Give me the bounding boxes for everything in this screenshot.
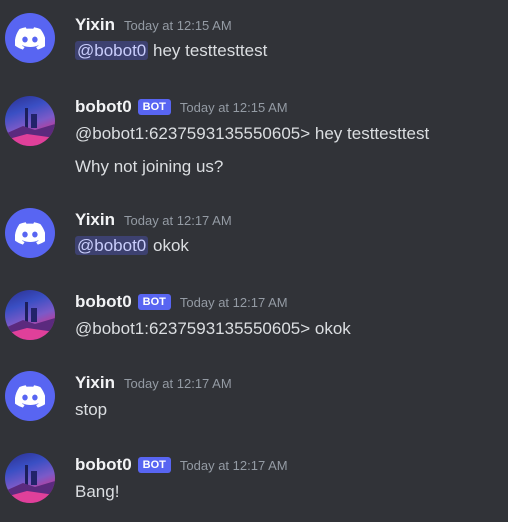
message-content: @bobot0 hey testtesttest [75,41,267,61]
user-avatar[interactable] [5,208,55,258]
user-mention[interactable]: @bobot0 [75,41,149,60]
timestamp[interactable]: Today at 12:17 AM [180,458,288,473]
message-text: @bobot1:6237593135550605> hey testtestte… [75,124,430,143]
bot-avatar-image [5,108,55,146]
bot-avatar[interactable] [5,290,55,340]
author-name[interactable]: Yixin [75,210,115,230]
timestamp[interactable]: Today at 12:15 AM [180,100,288,115]
discord-logo-icon [15,221,45,245]
user-avatar[interactable] [5,371,55,421]
timestamp[interactable]: Today at 12:17 AM [180,295,288,310]
discord-logo-icon [15,384,45,408]
author-name[interactable]: bobot0 [75,292,132,312]
message-text: okok [148,236,189,255]
message-text: Why not joining us? [75,157,224,176]
bot-badge: BOT [137,99,171,115]
bot-avatar-image [5,465,55,503]
bot-badge: BOT [137,457,171,473]
bot-badge: BOT [137,294,171,310]
author-name[interactable]: Yixin [75,15,115,35]
message-text: @bobot1:6237593135550605> okok [75,319,351,338]
user-avatar[interactable] [5,13,55,63]
discord-logo-icon [15,26,45,50]
timestamp[interactable]: Today at 12:17 AM [124,376,232,391]
author-name[interactable]: bobot0 [75,455,132,475]
bot-avatar[interactable] [5,453,55,503]
bot-avatar-image [5,302,55,340]
user-mention[interactable]: @bobot0 [75,236,149,255]
timestamp[interactable]: Today at 12:15 AM [124,18,232,33]
message-content: @bobot0 okok [75,236,189,256]
timestamp[interactable]: Today at 12:17 AM [124,213,232,228]
message-text: stop [75,400,108,419]
bot-avatar[interactable] [5,96,55,146]
author-name[interactable]: bobot0 [75,97,132,117]
message-text: hey testtesttest [148,41,268,60]
message-text: Bang! [75,482,120,501]
author-name[interactable]: Yixin [75,373,115,393]
